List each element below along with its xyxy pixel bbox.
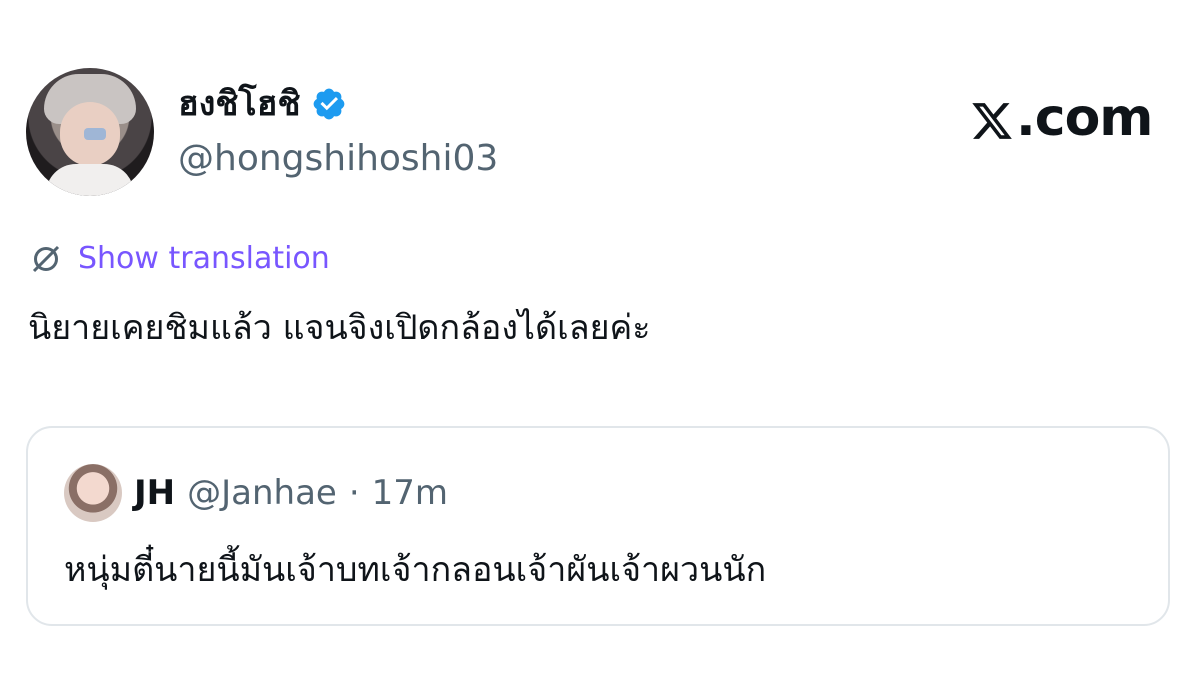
x-com-suffix: .com xyxy=(1016,88,1153,148)
separator-dot: · xyxy=(348,473,360,513)
author-name-row[interactable]: ฮงชิโฮชิ xyxy=(178,84,347,124)
quoted-author-name[interactable]: JH xyxy=(134,472,175,514)
tweet-text: นิยายเคยชิมแล้ว แจนจิงเปิดกล้องได้เลยค่ะ xyxy=(28,308,651,348)
quoted-tweet-card[interactable]: JH @Janhae · 17m หนุ่มตี๋นายนี้มันเจ้าบท… xyxy=(26,426,1170,626)
x-logo-icon xyxy=(972,103,1012,139)
quoted-tweet-text: หนุ่มตี๋นายนี้มันเจ้าบทเจ้ากลอนเจ้าผันเจ… xyxy=(64,550,767,590)
show-translation-link[interactable]: Show translation xyxy=(28,240,330,278)
author-display-name[interactable]: ฮงชิโฮชิ xyxy=(178,84,301,124)
quoted-tweet-timestamp[interactable]: 17m xyxy=(372,472,448,514)
show-translation-label[interactable]: Show translation xyxy=(78,240,330,278)
translate-icon xyxy=(32,245,60,273)
verified-badge-icon xyxy=(313,88,344,120)
author-handle[interactable]: @hongshihoshi03 xyxy=(178,137,498,181)
quoted-author-avatar[interactable] xyxy=(64,464,122,522)
author-avatar[interactable] xyxy=(26,68,154,196)
quoted-author-handle[interactable]: @Janhae xyxy=(187,472,337,514)
x-com-logo: .com xyxy=(970,88,1153,148)
quoted-tweet-header: JH @Janhae · 17m xyxy=(134,472,448,514)
avatar-cloth xyxy=(46,164,134,196)
avatar-bandage xyxy=(84,128,106,140)
